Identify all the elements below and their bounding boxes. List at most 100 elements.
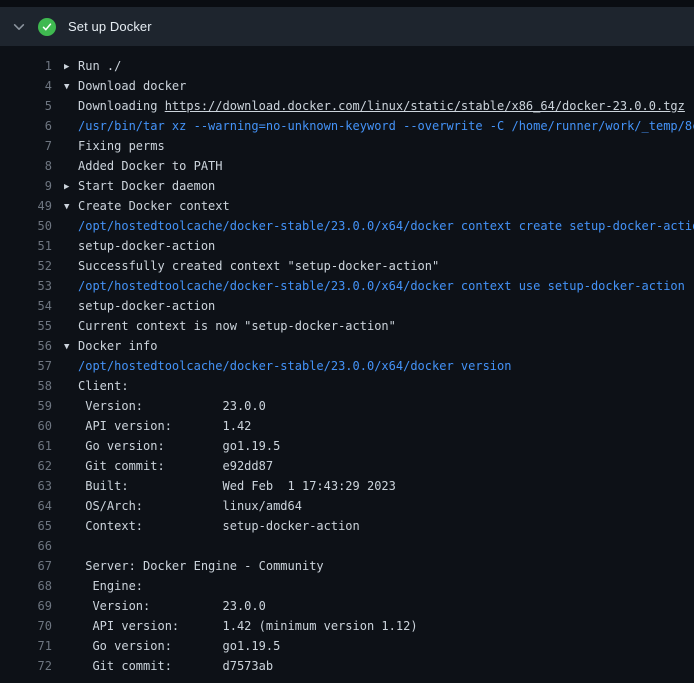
log-text: setup-docker-action <box>64 296 694 316</box>
log-line: 64 OS/Arch: linux/amd64 <box>0 496 694 516</box>
step-title: Set up Docker <box>68 19 152 34</box>
group-expand-icon[interactable]: ▶ <box>64 57 78 76</box>
log-group-line: ▶Run ./ <box>64 56 694 76</box>
log-line-number[interactable]: 9 <box>0 176 52 196</box>
log-line-number[interactable]: 4 <box>0 76 52 96</box>
log-group-line: ▼Create Docker context <box>64 196 694 216</box>
log-line: 61 Go version: go1.19.5 <box>0 436 694 456</box>
log-text: Git commit: d7573ab <box>64 656 694 676</box>
log-command: /opt/hostedtoolcache/docker-stable/23.0.… <box>64 216 694 236</box>
log-text: setup-docker-action <box>64 236 694 256</box>
log-line: 5 Downloading https://download.docker.com… <box>0 96 694 116</box>
group-title[interactable]: Run ./ <box>78 59 121 73</box>
log-line-number[interactable]: 51 <box>0 236 52 256</box>
log-line-number[interactable]: 7 <box>0 136 52 156</box>
group-title[interactable]: Docker info <box>78 339 157 353</box>
log-line-number[interactable]: 60 <box>0 416 52 436</box>
log-line-number[interactable]: 72 <box>0 656 52 676</box>
log-text: Version: 23.0.0 <box>64 396 694 416</box>
log-text: OS/Arch: linux/amd64 <box>64 496 694 516</box>
group-collapse-icon[interactable]: ▼ <box>64 337 78 356</box>
group-expand-icon[interactable]: ▶ <box>64 177 78 196</box>
log-line: 69 Version: 23.0.0 <box>0 596 694 616</box>
log-text: API version: 1.42 (minimum version 1.12) <box>64 616 694 636</box>
log-line: 57/opt/hostedtoolcache/docker-stable/23.… <box>0 356 694 376</box>
log-line-number[interactable]: 59 <box>0 396 52 416</box>
log-text: API version: 1.42 <box>64 416 694 436</box>
log-line-number[interactable]: 49 <box>0 196 52 216</box>
log-line-number[interactable]: 55 <box>0 316 52 336</box>
log-group-line: ▶Start Docker daemon <box>64 176 694 196</box>
log-line-number[interactable]: 69 <box>0 596 52 616</box>
log-line: 67 Server: Docker Engine - Community <box>0 556 694 576</box>
log-line-number[interactable]: 70 <box>0 616 52 636</box>
log-line: 62 Git commit: e92dd87 <box>0 456 694 476</box>
log-line: 71 Go version: go1.19.5 <box>0 636 694 656</box>
log-line: 58 Client: <box>0 376 694 396</box>
log-line: 54 setup-docker-action <box>0 296 694 316</box>
group-title[interactable]: Create Docker context <box>78 199 230 213</box>
log-text: Engine: <box>64 576 694 596</box>
log-line-number[interactable]: 56 <box>0 336 52 356</box>
log-line-number[interactable]: 66 <box>0 536 52 556</box>
log-line-number[interactable]: 52 <box>0 256 52 276</box>
log-line-number[interactable]: 62 <box>0 456 52 476</box>
log-line: 66 <box>0 536 694 556</box>
log-line-number[interactable]: 65 <box>0 516 52 536</box>
step-header[interactable]: Set up Docker <box>0 7 694 46</box>
log-line-number[interactable]: 64 <box>0 496 52 516</box>
log-line: 8 Added Docker to PATH <box>0 156 694 176</box>
log-line: 51 setup-docker-action <box>0 236 694 256</box>
log-text: Successfully created context "setup-dock… <box>64 256 694 276</box>
log-line-number[interactable]: 57 <box>0 356 52 376</box>
log-line-number[interactable]: 63 <box>0 476 52 496</box>
log-group-line: ▼Docker info <box>64 336 694 356</box>
log-line-number[interactable]: 5 <box>0 96 52 116</box>
group-title[interactable]: Download docker <box>78 79 186 93</box>
log-line: 50/opt/hostedtoolcache/docker-stable/23.… <box>0 216 694 236</box>
log-line: 70 API version: 1.42 (minimum version 1.… <box>0 616 694 636</box>
log-text: Current context is now "setup-docker-act… <box>64 316 694 336</box>
log-line-number[interactable]: 8 <box>0 156 52 176</box>
success-check-icon <box>38 18 56 36</box>
log-link[interactable]: https://download.docker.com/linux/static… <box>165 99 685 113</box>
log-line: 53/opt/hostedtoolcache/docker-stable/23.… <box>0 276 694 296</box>
log-line-number[interactable]: 58 <box>0 376 52 396</box>
log-text: Go version: go1.19.5 <box>64 436 694 456</box>
log-lines: 1▶Run ./4▼Download docker5Downloading ht… <box>0 46 694 676</box>
log-command: /opt/hostedtoolcache/docker-stable/23.0.… <box>64 276 694 296</box>
log-line-number[interactable]: 68 <box>0 576 52 596</box>
log-line-number[interactable]: 61 <box>0 436 52 456</box>
log-line: 72 Git commit: d7573ab <box>0 656 694 676</box>
log-text: Git commit: e92dd87 <box>64 456 694 476</box>
log-text: Client: <box>64 376 694 396</box>
log-line-number[interactable]: 67 <box>0 556 52 576</box>
log-text <box>64 536 694 556</box>
log-line: 59 Version: 23.0.0 <box>0 396 694 416</box>
log-command: /opt/hostedtoolcache/docker-stable/23.0.… <box>64 356 694 376</box>
log-text: Downloading https://download.docker.com/… <box>64 96 694 116</box>
log-line-number[interactable]: 6 <box>0 116 52 136</box>
log-command: /usr/bin/tar xz --warning=no-unknown-key… <box>64 116 694 136</box>
log-line-number[interactable]: 53 <box>0 276 52 296</box>
log-line: 1 ▶Run ./ <box>0 56 694 76</box>
log-line-number[interactable]: 71 <box>0 636 52 656</box>
log-line-number[interactable]: 1 <box>0 56 52 76</box>
group-collapse-icon[interactable]: ▼ <box>64 77 78 96</box>
log-line: 68 Engine: <box>0 576 694 596</box>
log-line: 60 API version: 1.42 <box>0 416 694 436</box>
log-line: 56 ▼Docker info <box>0 336 694 356</box>
log-line-number[interactable]: 54 <box>0 296 52 316</box>
top-gap <box>0 0 694 7</box>
log-line: 52 Successfully created context "setup-do… <box>0 256 694 276</box>
group-title[interactable]: Start Docker daemon <box>78 179 215 193</box>
log-text: Version: 23.0.0 <box>64 596 694 616</box>
log-line-number[interactable]: 50 <box>0 216 52 236</box>
log-line: 65 Context: setup-docker-action <box>0 516 694 536</box>
log-text: Added Docker to PATH <box>64 156 694 176</box>
log-text: Fixing perms <box>64 136 694 156</box>
chevron-down-icon[interactable] <box>12 20 26 34</box>
group-collapse-icon[interactable]: ▼ <box>64 197 78 216</box>
log-text: Built: Wed Feb 1 17:43:29 2023 <box>64 476 694 496</box>
log-text: Context: setup-docker-action <box>64 516 694 536</box>
